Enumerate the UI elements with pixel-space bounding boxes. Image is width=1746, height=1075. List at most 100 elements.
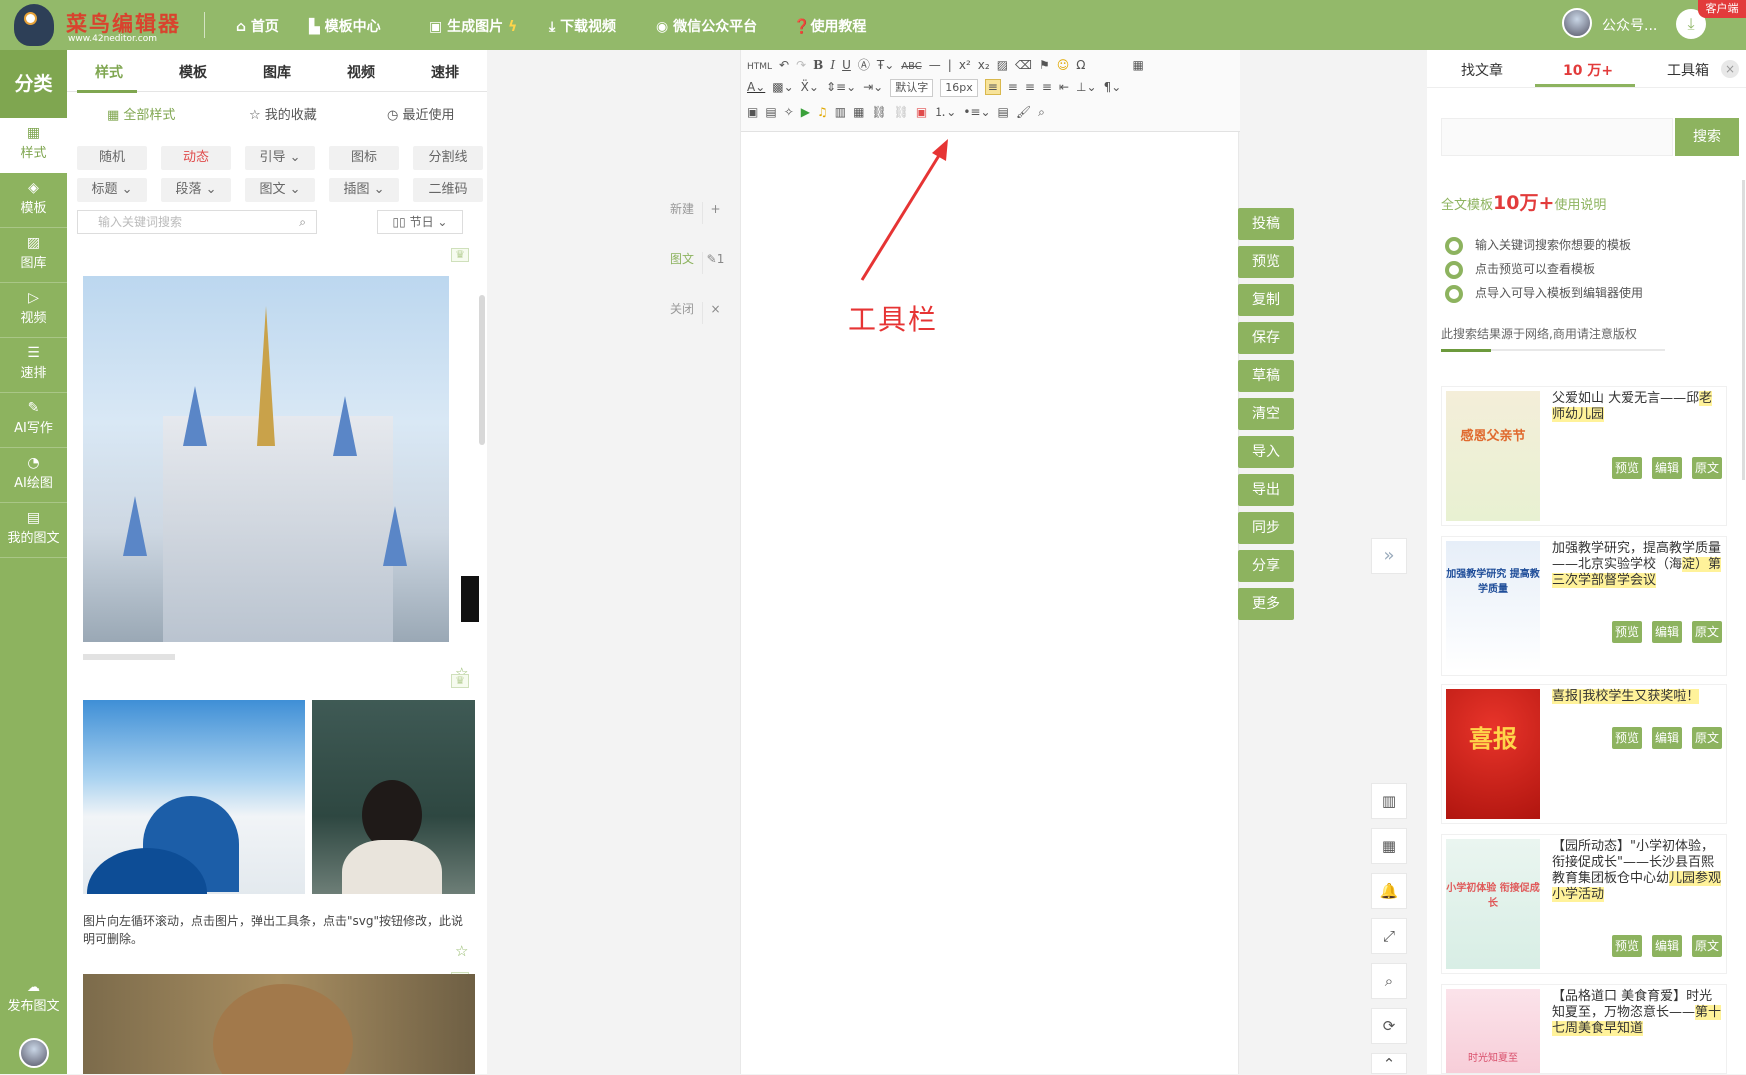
castle-image[interactable] [83,276,449,642]
eraser-icon[interactable]: ⌫ [1015,58,1032,72]
anchor-image-icon[interactable]: ▣ [916,105,927,119]
more-button[interactable]: 更多 [1238,588,1294,620]
hatch-icon[interactable]: ▨ [997,58,1008,72]
table-icon[interactable]: ▦ [1132,58,1143,72]
tab-toolbox[interactable]: 工具箱 [1667,60,1709,80]
template-card[interactable]: 加强教学研究 提高教学质量 加强教学研究，提高教学质量——北京实验学校（海淀）第… [1441,536,1727,676]
sidebar-item-ai-drawing[interactable]: ◔ AI绘图 [0,448,67,503]
right-scrollbar[interactable] [1742,180,1745,480]
template-card[interactable]: 时光知夏至 【品格道口 美食育爱】时光知夏至，万物恣意长——第十七周美食早知道 [1441,984,1727,1074]
tab-gallery[interactable]: 图库 [263,62,291,82]
font-border-icon[interactable]: Ⓐ [858,56,870,73]
bg-color-icon[interactable]: ▩⌄ [772,80,793,94]
map-button[interactable]: ▥ [1371,783,1407,819]
paragraph-spacing-icon[interactable]: ⊥⌄ [1076,80,1097,94]
preview-button[interactable]: 预览 [1612,621,1642,643]
format-painter-icon[interactable]: ⚑ [1039,58,1050,72]
fullscreen-button[interactable]: ⤢ [1371,918,1407,954]
share-button[interactable]: 分享 [1238,550,1294,582]
style-search-input[interactable]: 输入关键词搜索 ⌕ [77,210,317,234]
submit-button[interactable]: 投稿 [1238,208,1294,240]
subscript-icon[interactable]: x₂ [978,58,990,72]
original-button[interactable]: 原文 [1692,727,1722,749]
brush-icon[interactable]: 🖌 [1016,105,1031,119]
sidebar-item-quick-layout[interactable]: ☰ 速排 [0,338,67,393]
nav-wechat[interactable]: ◉ 微信公众平台 [656,16,757,36]
chip-icon[interactable]: 图标 [329,146,399,170]
nav-templates[interactable]: ▙ 模板中心 [309,16,381,36]
sidebar-item-template[interactable]: ◈ 模板 [0,173,67,228]
ordered-list-icon[interactable]: ⒈⌄ [934,103,956,120]
chip-illustration[interactable]: 插图 ⌄ [329,178,399,202]
nav-tutorial[interactable]: ❓使用教程 [793,16,866,36]
original-button[interactable]: 原文 [1692,621,1722,643]
text-case-icon[interactable]: Ẍ⌄ [801,80,819,94]
zoom-button[interactable]: ⌕ [1371,963,1407,999]
underline-icon[interactable]: U [842,58,851,72]
sidebar-item-my-articles[interactable]: ▤ 我的图文 [0,503,67,558]
font-color-icon[interactable]: A⌄ [747,80,765,94]
santorini-image[interactable] [83,700,305,894]
tab-style[interactable]: 样式 [95,62,123,82]
chip-title[interactable]: 标题 ⌄ [77,178,147,202]
rtl-icon[interactable]: ⇤ [1059,80,1069,94]
sync-button[interactable]: 同步 [1238,512,1294,544]
undo-icon[interactable]: ↶ [779,58,789,72]
tab-find-article[interactable]: 找文章 [1461,60,1503,80]
align-justify-icon[interactable]: ≡ [1042,80,1052,94]
teddy-bear-image[interactable] [83,974,475,1074]
sidebar-item-video[interactable]: ▷ 视频 [0,283,67,338]
align-left-icon[interactable]: ≡ [984,79,1001,95]
chip-random[interactable]: 随机 [77,146,147,170]
html-source-button[interactable]: HTML [747,62,772,72]
chip-guide[interactable]: 引导 ⌄ [245,146,315,170]
preview-button[interactable]: 预览 [1612,457,1642,479]
subtab-favorites[interactable]: ☆ 我的收藏 [249,104,317,123]
omega-icon[interactable]: Ω [1076,58,1085,72]
copy-button[interactable]: 复制 [1238,284,1294,316]
redo-icon[interactable]: ↷ [796,58,806,72]
save-button[interactable]: 保存 [1238,322,1294,354]
edit-button[interactable]: 编辑 [1652,457,1682,479]
clipboard-icon[interactable]: ▤ [998,105,1009,119]
unordered-list-icon[interactable]: •≡⌄ [963,105,990,119]
unlink-icon[interactable]: ⛓ [894,105,909,119]
close-article-button[interactable]: 关闭 × [670,300,728,324]
import-button[interactable]: 导入 [1238,436,1294,468]
sidebar-item-ai-writing[interactable]: ✎ AI写作 [0,393,67,448]
bottom-avatar[interactable] [19,1038,49,1068]
export-button[interactable]: 导出 [1238,474,1294,506]
indent-icon[interactable]: ⇥⌄ [863,80,883,94]
original-button[interactable]: 原文 [1692,935,1722,957]
template-card[interactable]: 感恩父亲节 父爱如山 大爱无言——邱老师幼儿园 预览 编辑 原文 [1441,386,1727,526]
nav-download-video[interactable]: ⤓ 下载视频 [549,16,616,36]
edit-button[interactable]: 编辑 [1652,727,1682,749]
superscript-icon[interactable]: x² [959,58,971,72]
template-card[interactable]: 小学初体验 衔接促成长 【园所动态】"小学初体验，衔接促成长"——长沙县百熙教育… [1441,834,1727,974]
clear-button[interactable]: 清空 [1238,398,1294,430]
subtab-recent[interactable]: ◷ 最近使用 [387,104,455,123]
play-video-icon[interactable]: ▶ [801,105,810,119]
align-right-icon[interactable]: ≡ [1025,80,1035,94]
insert-image-icon[interactable]: ▣ [747,105,758,119]
scroll-top-button[interactable]: ⌃ [1371,1053,1407,1074]
link-icon[interactable]: ⛓ [871,105,886,119]
music-icon[interactable]: ♫ [817,105,828,119]
holiday-filter[interactable]: ▯▯ 节日 ⌄ [377,210,463,234]
refresh-button[interactable]: ⟳ [1371,1008,1407,1044]
publish-button[interactable]: ☁ 发布图文 [0,980,67,1014]
font-size-select[interactable]: 16px [940,79,978,97]
editor-content[interactable] [741,132,1240,1074]
chip-dynamic[interactable]: 动态 [161,146,231,170]
chip-paragraph[interactable]: 段落 ⌄ [161,178,231,202]
edit-button[interactable]: 编辑 [1652,621,1682,643]
search-button[interactable]: 搜索 [1675,118,1739,156]
template-search-input[interactable] [1441,118,1673,156]
notification-button[interactable]: 🔔 [1371,873,1407,909]
close-panel-icon[interactable]: × [1721,60,1739,78]
tab-video[interactable]: 视频 [347,62,375,82]
favorite-star-icon[interactable]: ☆ [455,942,468,960]
nav-home[interactable]: ⌂ 首页 [236,16,279,36]
girl-chalkboard-image[interactable] [312,700,475,894]
new-article-button[interactable]: 新建 + [670,200,728,224]
